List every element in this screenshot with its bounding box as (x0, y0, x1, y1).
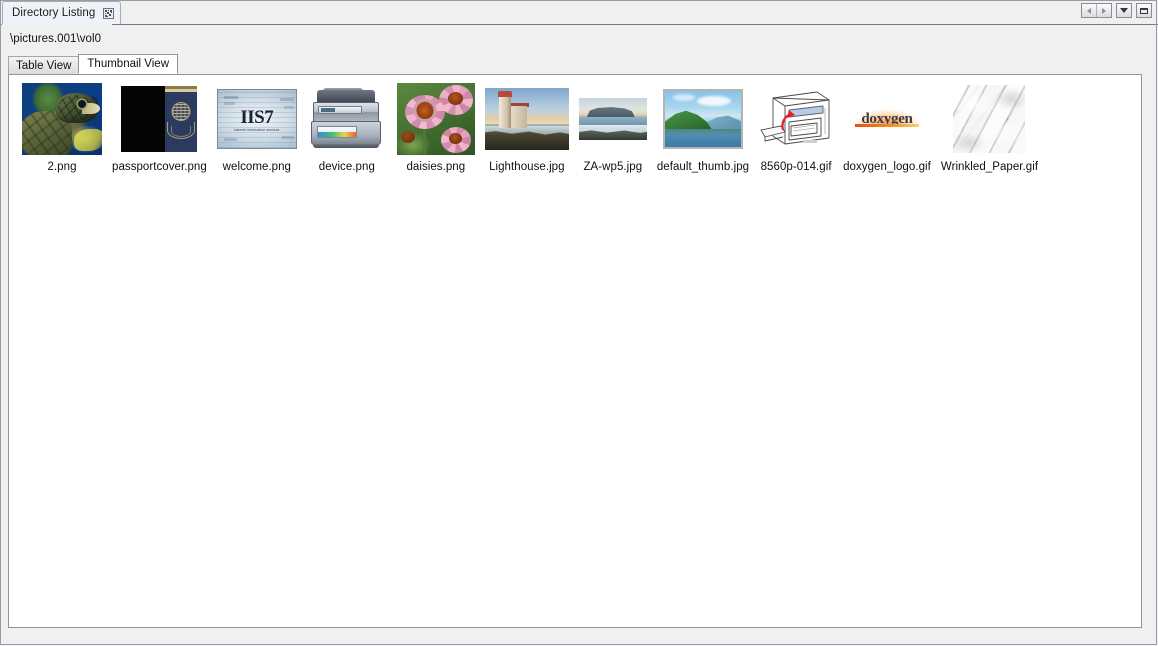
window-controls (1081, 3, 1152, 18)
tab-thumbnail-view[interactable]: Thumbnail View (78, 54, 179, 74)
thumbnail-filename: 2.png (47, 161, 77, 173)
thumbnail-image-box: IIS7 internet information services (216, 83, 297, 155)
thumbnail-image-box: doxygen (846, 83, 927, 155)
thumbnail-item[interactable]: Lighthouse.jpg (480, 83, 574, 173)
thumbnail-filename: welcome.png (222, 161, 291, 173)
thumbnail-image-box (22, 83, 102, 155)
thumbnail-grid: 2.png passportcover.png IIS7 internet in… (9, 75, 1043, 173)
thumbnail-view-panel: 2.png passportcover.png IIS7 internet in… (8, 74, 1142, 628)
iis7-welcome-thumbnail-image: IIS7 internet information services (216, 89, 297, 149)
coast-mountain-thumbnail-image (578, 98, 647, 140)
thumbnail-filename: 8560p-014.gif (760, 161, 832, 173)
thumbnail-filename: daisies.png (406, 161, 466, 173)
printer-device-thumbnail-image (307, 88, 387, 150)
wrinkled-paper-thumbnail-image (953, 85, 1026, 153)
window-tab-directory-listing[interactable]: Directory Listing (2, 1, 122, 24)
tab-thumbnail-view-label: Thumbnail View (87, 58, 170, 70)
thumbnail-filename: Lighthouse.jpg (489, 161, 565, 173)
view-tab-bar: Table View Thumbnail View (8, 54, 179, 74)
window-tab-label: Directory Listing (12, 7, 96, 19)
window-tab-strip: Directory Listing (0, 0, 1158, 25)
thumbnail-filename: passportcover.png (112, 161, 207, 173)
thumbnail-filename: doxygen_logo.gif (843, 161, 931, 173)
thumbnail-item[interactable]: daisies.png (392, 83, 480, 173)
thumbnail-image-box (396, 83, 475, 155)
thumbnail-item[interactable]: Wrinkled_Paper.gif (936, 83, 1043, 173)
thumbnail-item[interactable]: default_thumb.jpg (652, 83, 754, 173)
thumbnail-image-box (307, 83, 387, 155)
thumbnail-item[interactable]: 2.png (17, 83, 107, 173)
thumbnail-filename: device.png (318, 161, 375, 173)
close-icon[interactable] (103, 7, 115, 19)
thumbnail-image-box (578, 83, 647, 155)
arrow-left-icon[interactable] (1082, 4, 1096, 17)
maximize-icon[interactable] (1136, 3, 1152, 18)
thumbnail-filename: default_thumb.jpg (656, 161, 750, 173)
thumbnail-filename: ZA-wp5.jpg (583, 161, 643, 173)
thumbnail-item[interactable]: 8560p-014.gif (754, 83, 838, 173)
thumbnail-image-box (759, 83, 834, 155)
passport-cover-thumbnail-image (121, 86, 198, 152)
doxygen-logo-thumbnail-image: doxygen (846, 100, 927, 138)
sea-turtle-thumbnail-image (22, 83, 102, 155)
thumbnail-filename: Wrinkled_Paper.gif (940, 161, 1039, 173)
tab-underline-mask (2, 24, 112, 25)
thumbnail-item[interactable]: passportcover.png (107, 83, 212, 173)
thumbnail-item[interactable]: IIS7 internet information services welco… (212, 83, 302, 173)
tab-table-view-label: Table View (16, 59, 72, 72)
tab-strip-underline (0, 24, 1158, 25)
arrow-right-icon[interactable] (1096, 4, 1111, 17)
thumbnail-item[interactable]: device.png (302, 83, 392, 173)
directory-listing-window: Directory Listing \pictures.001\vol0 Tab… (0, 0, 1158, 646)
chevron-down-icon[interactable] (1116, 3, 1132, 18)
thumbnail-image-box (953, 83, 1026, 155)
thumbnail-image-box (662, 83, 743, 155)
thumbnail-item[interactable]: doxygen doxygen_logo.gif (838, 83, 936, 173)
thumbnail-image-box (121, 83, 198, 155)
green-island-lake-thumbnail-image (662, 89, 743, 149)
printer-line-drawing-thumbnail-image (759, 86, 834, 152)
coneflowers-thumbnail-image (396, 83, 475, 155)
lighthouse-thumbnail-image (484, 88, 569, 150)
tab-scroll-buttons[interactable] (1081, 3, 1112, 18)
directory-path-label: \pictures.001\vol0 (10, 33, 102, 45)
thumbnail-item[interactable]: ZA-wp5.jpg (574, 83, 652, 173)
tab-table-view[interactable]: Table View (8, 56, 80, 74)
thumbnail-image-box (484, 83, 569, 155)
